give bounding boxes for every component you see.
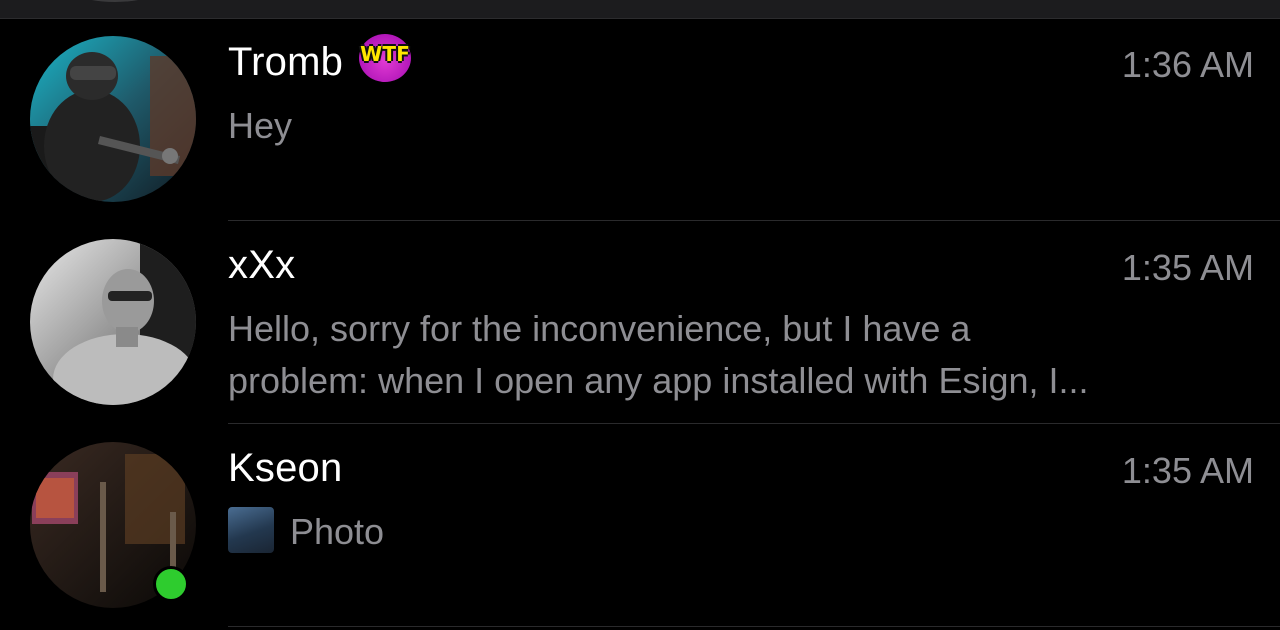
- separator: [228, 626, 1280, 627]
- photo-thumbnail-icon: [228, 507, 274, 554]
- chat-row-xxx[interactable]: xXx 1:35 AM Hello, sorry for the inconve…: [0, 221, 1280, 424]
- avatar[interactable]: [30, 239, 196, 405]
- chat-preview-line: Hello, sorry for the inconvenience, but …: [228, 308, 971, 349]
- chat-preview: Photo: [228, 506, 1250, 558]
- chat-time: 1:36 AM: [1121, 44, 1254, 85]
- top-bar-edge: [80, 0, 150, 2]
- chat-row-kseon[interactable]: Kseon 1:35 AM Photo: [0, 424, 1280, 627]
- chat-preview-line: problem: when I open any app installed w…: [228, 360, 1089, 401]
- wtf-badge-icon: WTF: [359, 34, 412, 83]
- avatar-photo-tromb: [30, 36, 196, 202]
- avatar-photo-xxx: [30, 239, 196, 405]
- chat-row-tromb[interactable]: Tromb WTF 1:36 AM Hey: [0, 18, 1280, 221]
- chat-preview: Hello, sorry for the inconvenience, but …: [228, 303, 1250, 407]
- chat-name: Tromb WTF: [228, 34, 412, 88]
- chat-time: 1:35 AM: [1121, 450, 1254, 491]
- chat-name: xXx: [228, 243, 296, 287]
- chat-name: Kseon: [228, 446, 343, 490]
- top-bar: [0, 0, 1280, 19]
- online-status-icon: [153, 566, 189, 602]
- chat-time: 1:35 AM: [1121, 247, 1254, 288]
- chat-preview: Hey: [228, 105, 293, 146]
- avatar[interactable]: [30, 36, 196, 202]
